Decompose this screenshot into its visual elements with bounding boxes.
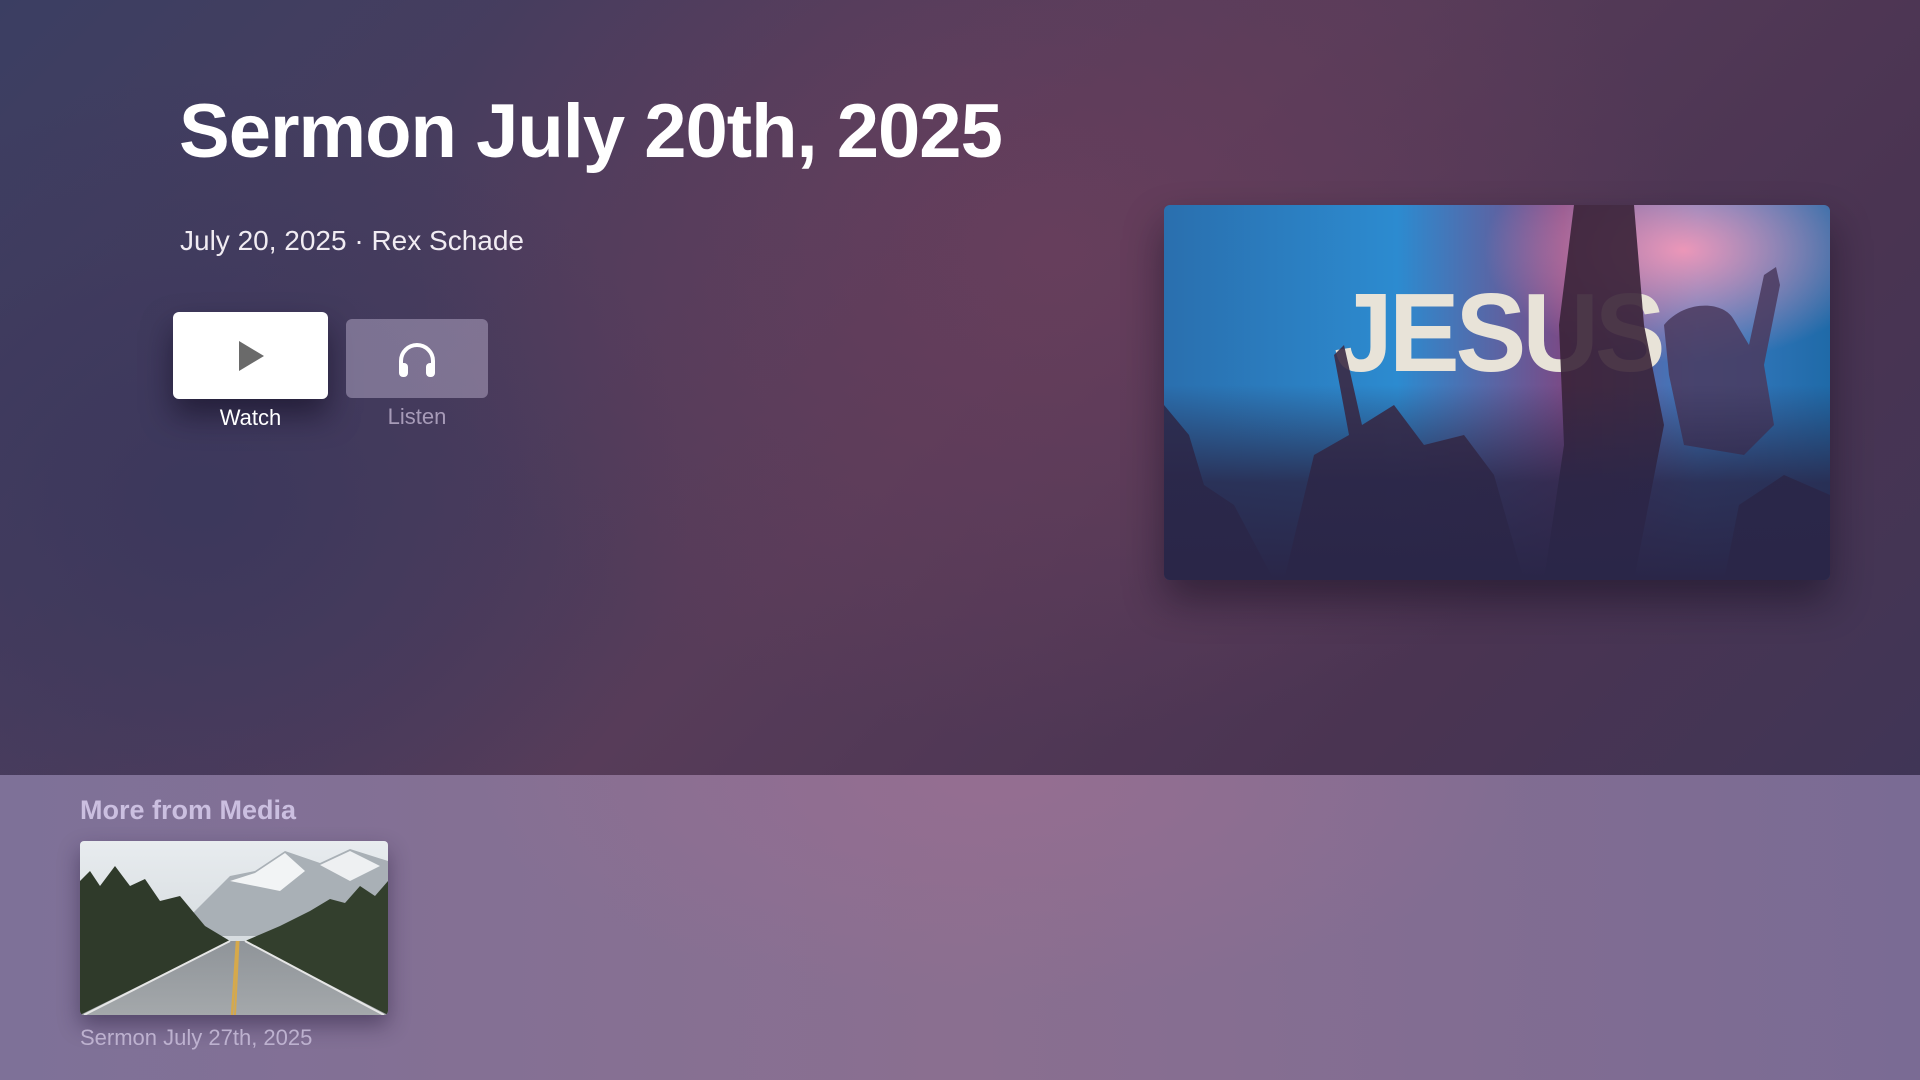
- listen-button[interactable]: [346, 319, 488, 398]
- watch-button[interactable]: [173, 312, 328, 399]
- watch-action[interactable]: Watch: [173, 312, 328, 431]
- shelf-title: More from Media: [80, 795, 297, 825]
- more-from-media-shelf: More from Media Sermon July 27th, 2025: [0, 775, 1920, 1080]
- watch-label: Watch: [219, 405, 282, 430]
- play-icon: [236, 339, 266, 373]
- media-tile[interactable]: Sermon July 27th, 2025: [80, 841, 388, 1051]
- tile-title: Sermon July 27th, 2025: [80, 1025, 313, 1050]
- listen-label: Listen: [387, 404, 447, 429]
- tile-artwork[interactable]: [80, 841, 388, 1015]
- page-title: Sermon July 20th, 2025: [179, 89, 1003, 174]
- date-and-speaker: July 20, 2025 · Rex Schade: [180, 225, 524, 256]
- sermon-artwork: JESUS: [1164, 205, 1830, 580]
- media-detail-screen: Sermon July 20th, 2025 July 20, 2025 · R…: [0, 0, 1920, 1080]
- listen-action[interactable]: Listen: [346, 319, 488, 430]
- headphones-icon: [395, 339, 439, 379]
